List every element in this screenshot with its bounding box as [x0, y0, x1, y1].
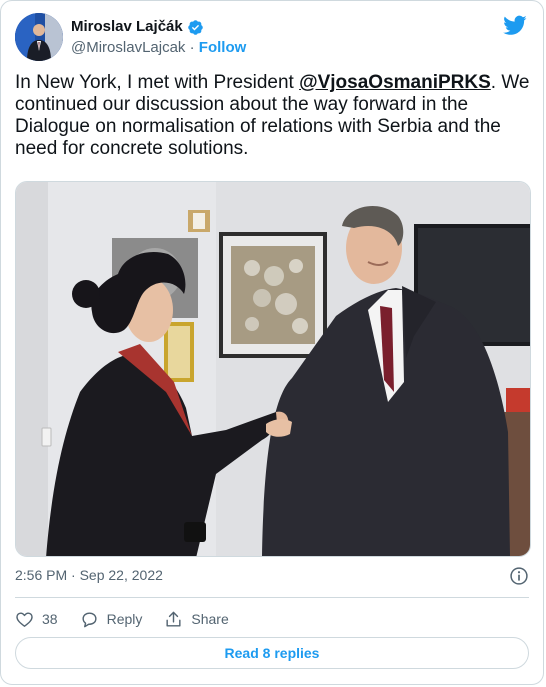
tweet-text-before: In New York, I met with President: [15, 72, 300, 93]
reply-label: Reply: [106, 611, 143, 627]
read-replies-label: Read 8 replies: [224, 645, 320, 661]
tweet-timestamp[interactable]: 2:56 PM · Sep 22, 2022: [15, 567, 163, 583]
author-names: Miroslav Lajčák @MiroslavLajcak · Follow: [71, 17, 246, 58]
author-display-name-row: Miroslav Lajčák: [71, 17, 246, 37]
twitter-bird-icon[interactable]: [503, 13, 527, 37]
tweet-card: Miroslav Lajčák @MiroslavLajcak · Follow…: [0, 0, 544, 685]
share-icon: [166, 611, 181, 627]
mention-link[interactable]: @VjosaOsmaniPRKS: [299, 72, 491, 93]
follow-button[interactable]: Follow: [199, 39, 247, 56]
tweet-time: 2:56 PM: [15, 567, 68, 583]
share-button[interactable]: Share: [164, 610, 229, 629]
handle-row: @MiroslavLajcak · Follow: [71, 38, 246, 58]
verified-badge-icon: [187, 19, 203, 35]
author-handle[interactable]: @MiroslavLajcak: [71, 39, 185, 56]
like-button[interactable]: 38: [15, 610, 58, 629]
tweet-header: Miroslav Lajčák @MiroslavLajcak · Follow: [15, 13, 529, 63]
heart-icon: [16, 611, 33, 627]
author-display-name[interactable]: Miroslav Lajčák: [71, 17, 183, 37]
share-label: Share: [191, 611, 229, 627]
tweet-actions: 38 Reply Share: [15, 608, 251, 630]
info-icon[interactable]: [509, 566, 529, 586]
like-count: 38: [42, 611, 58, 627]
tweet-date: Sep 22, 2022: [79, 567, 163, 583]
tweet-text: In New York, I met with President @Vjosa…: [15, 72, 533, 160]
reply-icon: [82, 611, 97, 627]
divider: [15, 597, 529, 598]
avatar[interactable]: [15, 13, 63, 61]
tweet-photo[interactable]: [15, 181, 531, 557]
timestamp-separator: ·: [71, 567, 76, 583]
handle-separator: ·: [189, 39, 195, 56]
read-replies-button[interactable]: Read 8 replies: [15, 637, 529, 669]
reply-button[interactable]: Reply: [80, 610, 143, 629]
